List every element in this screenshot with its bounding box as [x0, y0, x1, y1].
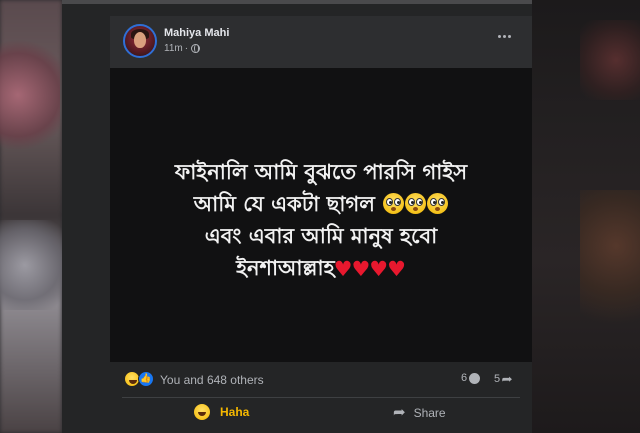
post-time[interactable]: 11m [164, 43, 183, 54]
background-left-blur-2 [0, 220, 62, 310]
post-meta: 11m · [164, 43, 201, 54]
meta-dot: · [184, 43, 189, 54]
share-label: Share [413, 405, 446, 420]
share-icon: ➦ [393, 403, 406, 421]
action-bar [110, 398, 532, 433]
more-dots-icon [497, 34, 501, 38]
red-heart-emoji: ♥ [387, 256, 406, 281]
post-line-2: আমি যে একটা ছাগল [193, 188, 449, 220]
post-line-4: ইনশাআল্লাহ♥♥♥♥ [236, 252, 406, 285]
globe-icon [191, 44, 201, 53]
post-line-3: এবং এবার আমি মানুষ হবো [205, 220, 438, 252]
post-header [110, 16, 532, 68]
comment-icon [469, 372, 481, 384]
background-left-blur [0, 40, 60, 150]
share-button[interactable]: ➦ Share [393, 405, 446, 420]
haha-icon [194, 404, 210, 420]
share-count-number: 5 [494, 373, 501, 385]
red-heart-emoji: ♥ [351, 256, 371, 281]
haha-label: Haha [220, 405, 250, 419]
reaction-icons[interactable]: 👍 [124, 371, 156, 387]
post-line-1: ফাইনালি আমি বুঝতে পারসি গাইস [175, 156, 467, 188]
reaction-summary[interactable]: You and 648 others [160, 373, 264, 387]
comment-count[interactable]: 6 [461, 372, 481, 384]
post-line-4-text: ইনশাআল্লাহ [236, 255, 335, 280]
haha-reaction-button[interactable]: Haha [194, 404, 249, 420]
post-line-1-text: ফাইনালি আমি বুঝতে পারসি গাইস [174, 159, 468, 184]
red-heart-emoji: ♥ [333, 256, 353, 281]
author-name[interactable]: Mahiya Mahi [164, 27, 229, 39]
post-line-2-text: আমি যে একটা ছাগল [193, 191, 375, 216]
background-right-blur-2 [580, 20, 640, 100]
flushed-face-emoji [427, 192, 449, 214]
comment-count-number: 6 [461, 372, 468, 384]
red-heart-emoji: ♥ [369, 256, 389, 281]
share-arrow-icon: ➦ [501, 372, 513, 386]
flushed-face-emoji [383, 192, 405, 214]
more-options-button[interactable] [494, 30, 514, 42]
avatar-face [134, 32, 146, 48]
flushed-face-emoji [405, 192, 427, 214]
post-text-body: ফাইনালি আমি বুঝতে পারসি গাইস আমি যে একটা… [110, 68, 532, 362]
background-right-blur [580, 190, 640, 330]
share-count[interactable]: 5 ➦ [494, 372, 513, 386]
post-line-3-text: এবং এবার আমি মানুষ হবো [204, 223, 438, 248]
avatar[interactable] [123, 24, 157, 58]
like-icon: 👍 [138, 371, 154, 387]
